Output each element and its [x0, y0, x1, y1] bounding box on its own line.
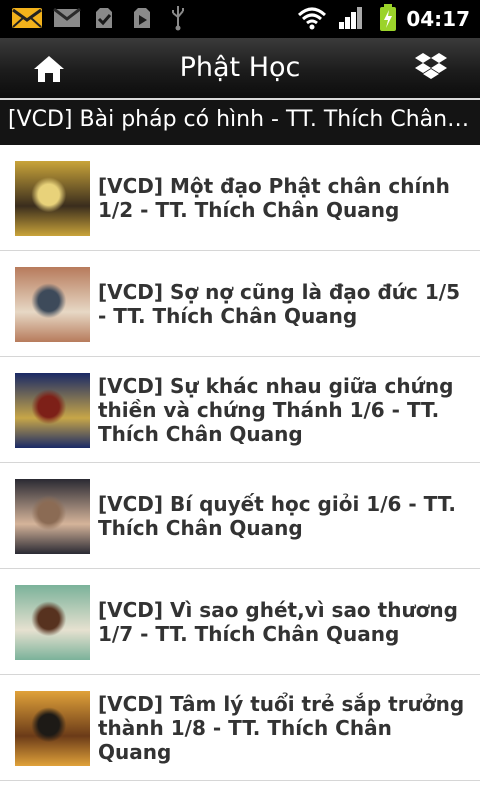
video-thumbnail — [15, 479, 90, 554]
page-title: Phật Học — [179, 52, 301, 83]
list-item[interactable]: [VCD] Một đạo Phật chân chính 1/2 - TT. … — [0, 145, 480, 251]
status-bar: 04:17 — [0, 0, 480, 38]
video-title: [VCD] Tâm lý tuổi trẻ sắp trưởng thành 1… — [98, 691, 465, 764]
signal-icon — [336, 5, 366, 31]
video-thumbnail — [15, 161, 90, 236]
video-title: [VCD] Vì sao ghét,vì sao thương 1/7 - TT… — [98, 597, 458, 646]
video-list[interactable]: [VCD] Một đạo Phật chân chính 1/2 - TT. … — [0, 145, 480, 800]
playlist-header: [VCD] Bài pháp có hình - TT. Thích Chân … — [0, 98, 480, 145]
video-thumbnail — [15, 585, 90, 660]
video-thumbnail — [15, 373, 90, 448]
clock: 04:17 — [406, 7, 470, 31]
battery-charging-icon — [376, 4, 400, 31]
email-notification-icon[interactable] — [10, 5, 44, 31]
video-title: [VCD] Một đạo Phật chân chính 1/2 - TT. … — [98, 173, 450, 222]
video-thumbnail — [15, 267, 90, 342]
gmail-icon[interactable] — [52, 5, 82, 31]
list-item[interactable]: [VCD] Vì sao ghét,vì sao thương 1/7 - TT… — [0, 569, 480, 675]
download-done-icon[interactable] — [90, 5, 118, 31]
usb-icon — [166, 5, 190, 31]
playlist-header-text: [VCD] Bài pháp có hình - TT. Thích Chân … — [8, 107, 476, 132]
play-store-icon[interactable] — [128, 5, 156, 31]
app-bar: Phật Học — [0, 38, 480, 98]
dropbox-icon[interactable] — [414, 52, 448, 84]
wifi-icon — [296, 5, 328, 31]
video-title: [VCD] Sự khác nhau giữa chứng thiền và c… — [98, 373, 454, 446]
video-title: [VCD] Sợ nợ cũng là đạo đức 1/5 - TT. Th… — [98, 279, 461, 328]
list-item[interactable]: [VCD] Sợ nợ cũng là đạo đức 1/5 - TT. Th… — [0, 251, 480, 357]
list-item[interactable]: [VCD] Tâm lý tuổi trẻ sắp trưởng thành 1… — [0, 675, 480, 781]
video-title: [VCD] Bí quyết học giỏi 1/6 - TT. Thích … — [98, 491, 456, 540]
video-thumbnail — [15, 691, 90, 766]
list-item[interactable]: [VCD] Sự khác nhau giữa chứng thiền và c… — [0, 357, 480, 463]
list-item[interactable]: [VCD] Bí quyết học giỏi 1/6 - TT. Thích … — [0, 463, 480, 569]
